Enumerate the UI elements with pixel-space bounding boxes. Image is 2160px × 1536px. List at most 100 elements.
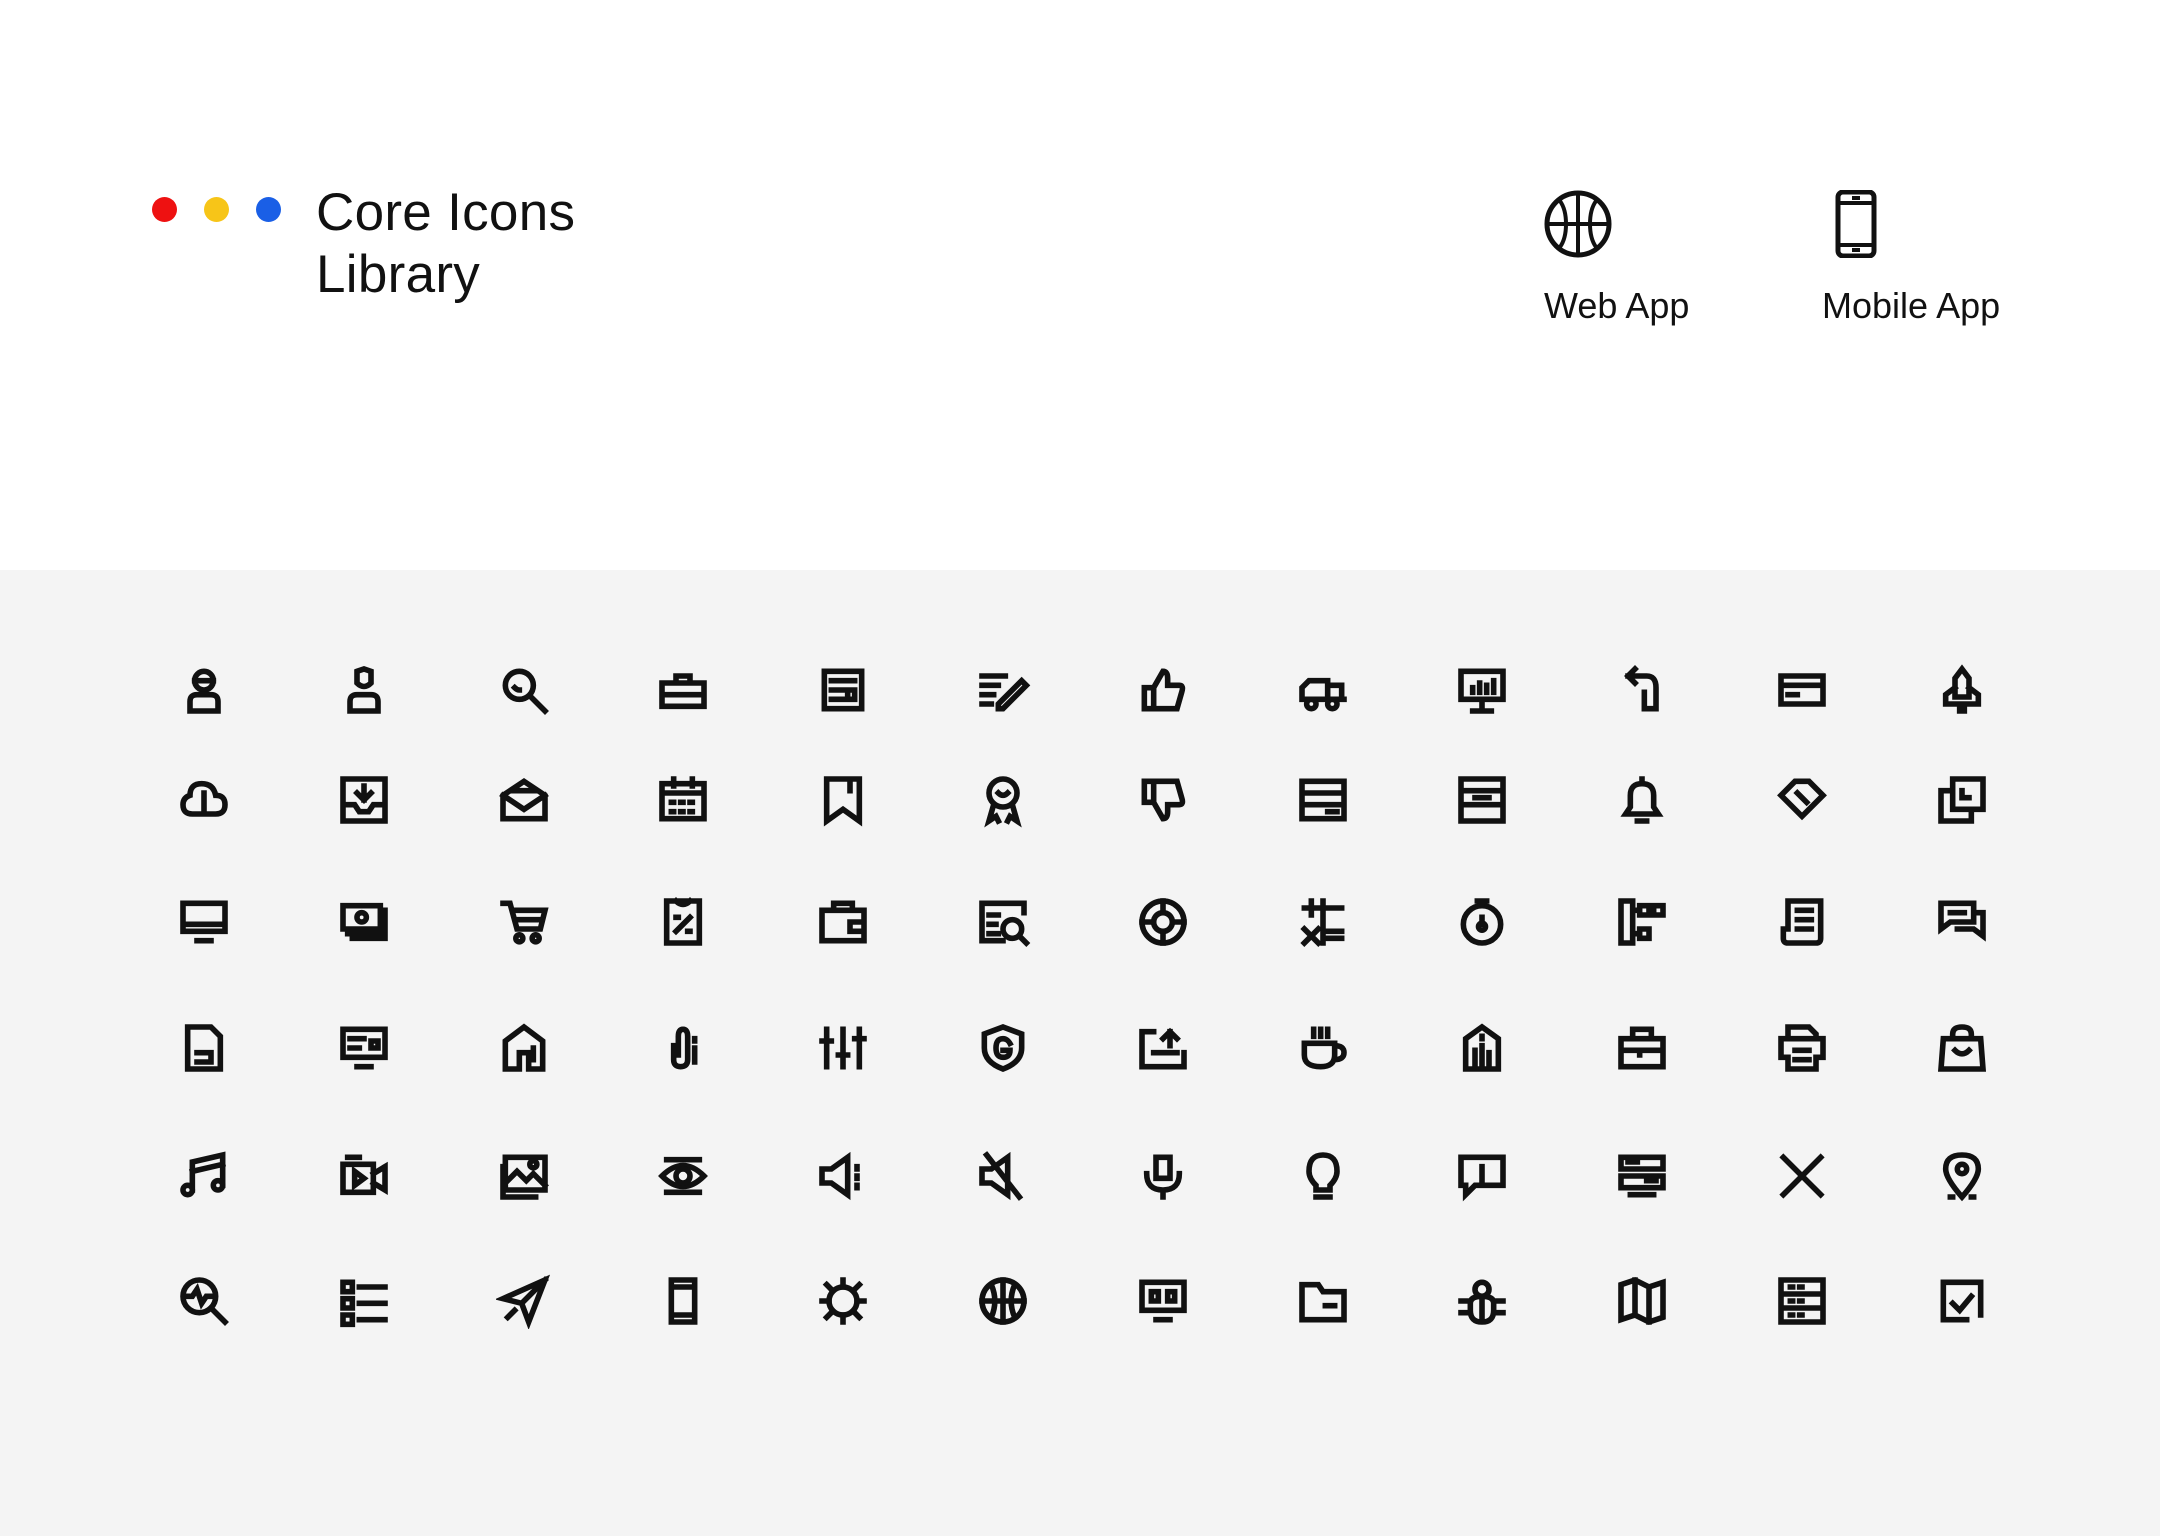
lightbulb-icon [1306,1152,1340,1200]
map-icon [1618,1276,1666,1326]
icon-tile-notification-bell [1614,772,1670,828]
icon-tile-rocket [1934,662,1990,718]
icon-tile-monitor-settings [336,1020,392,1076]
icon-tile-checklist [336,1273,392,1329]
icon-tile-message-info [1454,1148,1510,1204]
newspaper-icon [821,668,865,712]
monitor-settings-icon [340,1026,388,1070]
icon-tile-toolbox [1614,1020,1670,1076]
music-note-icon [180,1151,227,1198]
icon-tile-hierarchy [1614,894,1670,950]
video-camera-icon [340,1154,388,1196]
icon-tile-microphone [1135,1148,1191,1204]
file-icon [184,1024,224,1072]
icon-tile-user-headset [176,662,232,718]
icon-tile-monitor [176,894,232,950]
mobile-phone-icon [668,1277,698,1325]
icon-tile-server-list [1295,772,1351,828]
icon-tile-user-shield [336,662,392,718]
cloud-info-icon [180,780,228,817]
icon-tile-copy-layers [1934,772,1990,828]
icon-tile-archive-box [1454,772,1510,828]
notification-bell-icon [1620,776,1664,824]
briefcase-icon [659,673,707,710]
copy-layers-icon [1938,776,1986,824]
icon-tile-inbox-download [336,772,392,828]
icon-tile-presentation-chart [1454,662,1510,718]
icon-tile-discount-receipt [655,894,711,950]
checklist-icon [340,1279,388,1328]
message-info-icon [1458,1154,1506,1202]
icon-tile-newspaper [815,662,871,718]
delivery-truck-icon [1299,677,1347,712]
platform-web-app: Web App [1544,190,1689,327]
icon-tile-cloud-info [176,772,232,828]
hierarchy-icon [1618,898,1666,946]
task-checkbox-icon [1940,1279,1984,1323]
mobile-app-label: Mobile App [1822,285,2001,326]
icon-tile-lightbulb [1295,1148,1351,1204]
icon-tile-stopwatch [1454,894,1510,950]
icon-tile-award-badge [975,772,1031,828]
icon-tile-shopping-cart [496,894,552,950]
icon-tile-video-camera [336,1148,392,1204]
icon-tile-thumbs-down [1135,772,1191,828]
eye-view-icon [658,1156,708,1196]
map-pin-icon [1942,1152,1982,1202]
icon-tile-analytics-search [176,1273,232,1329]
bookmark-icon [823,776,863,827]
icon-tile-folder [1295,1273,1351,1329]
upload-tray-icon [1139,1027,1187,1070]
security-shield-icon [981,1024,1025,1072]
chat-bubbles-icon [1938,900,1986,942]
return-arrow-icon [1624,665,1659,712]
monitor-icon [180,900,228,944]
icon-tile-file [176,1020,232,1076]
icon-tile-bookmark [815,772,871,828]
icon-tile-chat-bubbles [1934,894,1990,950]
icon-tile-open-envelope [496,772,552,828]
title-line-2: Library [316,245,481,304]
icon-tile-task-checkbox [1934,1273,1990,1329]
speaker-mute-icon [979,1151,1024,1201]
dashboard-monitor-icon [1139,1279,1187,1323]
icon-tile-return-arrow [1614,662,1670,718]
shopping-bag-icon [1937,1024,1987,1072]
award-badge-icon [984,776,1022,828]
image-gallery-icon [500,1154,549,1200]
coffee-cup-icon [1301,1026,1347,1070]
gear-icon [819,1277,867,1325]
document-list-icon [1780,898,1824,946]
thumbs-down-icon [1141,778,1186,822]
icon-tile-search-document [975,894,1031,950]
open-envelope-icon [499,777,549,822]
toolbox-icon [1618,1026,1666,1070]
edit-list-icon [979,673,1031,712]
icon-tile-upload-tray [1135,1020,1191,1076]
icon-grid-panel [0,570,2160,1536]
icon-tile-document-list [1774,894,1830,950]
header-section: Core Icons Library Web App Mobile App [0,0,2160,570]
icon-tile-bug [1454,1273,1510,1329]
globe-icon [1544,190,1612,258]
icon-tile-printer [1774,1020,1830,1076]
yellow-dot [204,197,229,222]
discount-receipt-icon [663,897,703,946]
price-tag-icon [1777,778,1827,821]
data-storage-icon [1778,1277,1826,1325]
thumbs-up-icon [1141,668,1186,712]
icon-tile-image-gallery [496,1148,552,1204]
lifebuoy-icon [1139,898,1187,946]
equalizer-sliders-icon [819,1026,867,1070]
page-title: Core Icons Library [316,182,575,306]
icon-tile-map [1614,1273,1670,1329]
icon-tile-globe [975,1273,1031,1329]
icon-tile-shopping-bag [1934,1020,1990,1076]
icon-tile-mobile-phone [655,1273,711,1329]
icon-tile-coffee-cup [1295,1020,1351,1076]
server-list-icon [1299,778,1347,822]
money-cash-icon [340,902,388,942]
rocket-icon [1942,664,1982,714]
icon-tile-security-shield [975,1020,1031,1076]
icon-tile-map-pin [1934,1148,1990,1204]
